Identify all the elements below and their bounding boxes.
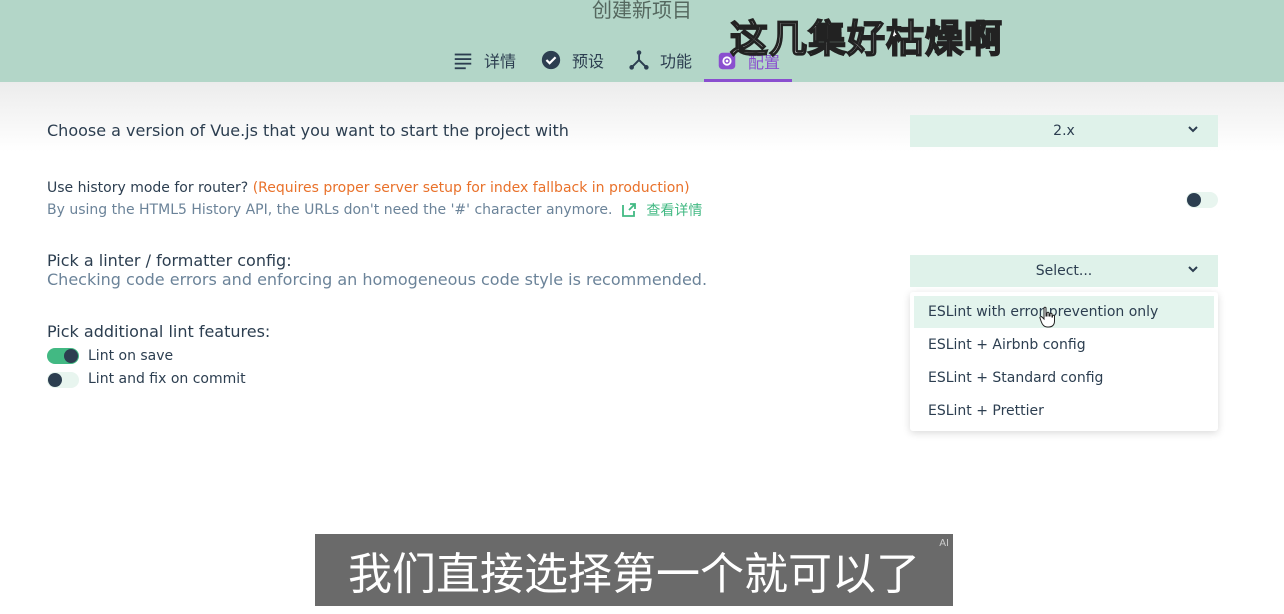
ai-mark: AI <box>939 538 949 549</box>
lint-on-save-label: Lint on save <box>88 348 174 364</box>
vue-version-select[interactable]: 2.x <box>910 115 1218 147</box>
linter-select[interactable]: Select... <box>910 255 1218 287</box>
top-caption: 这几集好枯燥啊 <box>729 16 1004 62</box>
dropdown-option-eslint-airbnb[interactable]: ESLint + Airbnb config <box>914 329 1214 361</box>
list-icon <box>454 53 472 70</box>
external-link-icon <box>622 203 637 217</box>
lint-on-save-toggle[interactable] <box>47 348 79 364</box>
hand-cursor-icon <box>1039 306 1055 328</box>
linter-label: Pick a linter / formatter config: <box>47 251 292 270</box>
tab-presets[interactable]: 预设 <box>528 42 616 78</box>
vue-version-value: 2.x <box>1053 123 1075 139</box>
history-mode-desc-row: By using the HTML5 History API, the URLs… <box>47 200 702 220</box>
lint-features-label: Pick additional lint features: <box>47 322 271 341</box>
toggle-knob <box>48 373 62 387</box>
more-info-link[interactable]: 查看详情 <box>620 200 702 220</box>
tab-label: 功能 <box>660 52 693 71</box>
history-mode-toggle[interactable] <box>1186 192 1218 208</box>
dropdown-option-eslint-error[interactable]: ESLint with error prevention only <box>914 296 1214 328</box>
subtitle-text: 我们直接选择第一个就可以了 <box>348 549 920 600</box>
page-title: 创建新项目 <box>592 0 692 22</box>
check-circle-icon <box>541 50 561 70</box>
linter-select-value: Select... <box>1035 263 1093 279</box>
chevron-down-icon <box>1188 126 1198 133</box>
vue-version-label: Choose a version of Vue.js that you want… <box>47 121 569 140</box>
tab-details[interactable]: 详情 <box>440 42 528 78</box>
history-mode-desc: By using the HTML5 History API, the URLs… <box>47 202 613 218</box>
history-mode-title: Use history mode for router? <box>47 180 249 196</box>
tab-label: 预设 <box>572 52 605 71</box>
dropdown-option-eslint-prettier[interactable]: ESLint + Prettier <box>914 395 1214 427</box>
history-mode-note: (Requires proper server setup for index … <box>252 180 690 196</box>
toggle-knob <box>64 349 78 363</box>
tab-label: 详情 <box>484 52 517 71</box>
toggle-knob <box>1187 193 1201 207</box>
dropdown-option-eslint-standard[interactable]: ESLint + Standard config <box>914 362 1214 394</box>
header: 创建新项目 详情 预设 功能 配置 <box>0 0 1284 82</box>
more-info-text: 查看详情 <box>646 203 703 219</box>
history-mode-label: Use history mode for router? (Requires p… <box>47 180 690 196</box>
lint-fix-on-commit-label: Lint and fix on commit <box>88 371 246 387</box>
lint-fix-on-commit-toggle[interactable] <box>47 372 79 388</box>
linter-dropdown: ESLint with error prevention only ESLint… <box>910 292 1218 431</box>
linter-desc: Checking code errors and enforcing an ho… <box>47 270 708 289</box>
tab-features[interactable]: 功能 <box>616 42 704 78</box>
subtitle-caption: 我们直接选择第一个就可以了 AI <box>315 534 953 606</box>
tree-icon <box>629 50 649 70</box>
chevron-down-icon <box>1188 266 1198 273</box>
